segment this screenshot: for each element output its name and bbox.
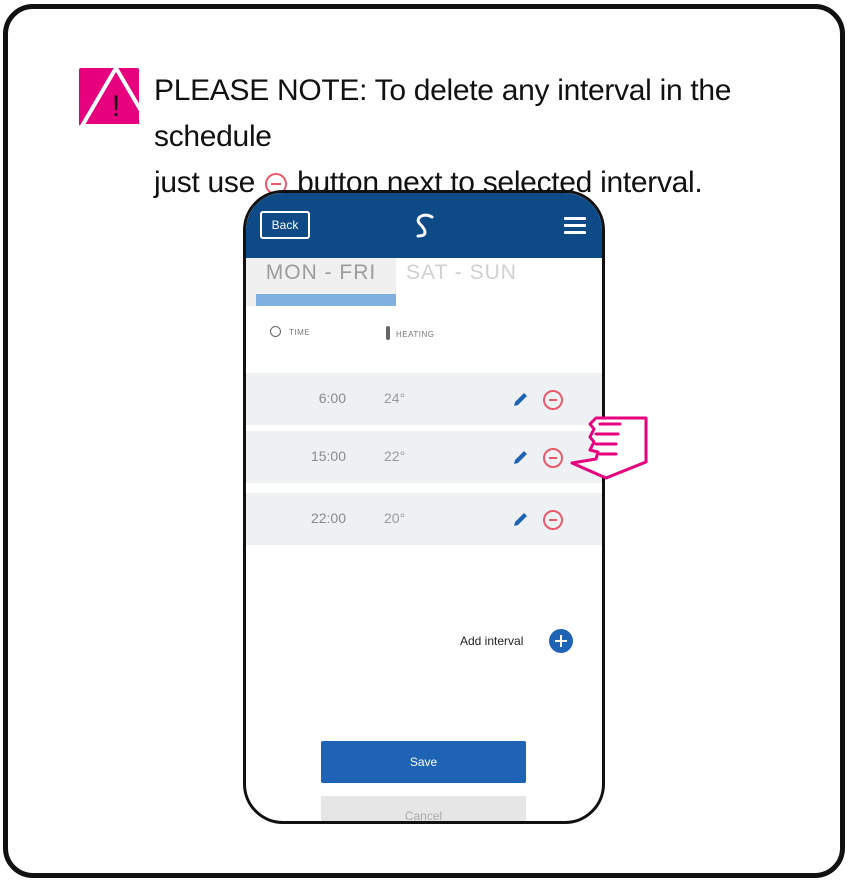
thermometer-icon [386,326,390,340]
interval-temp: 20° [384,510,406,526]
salus-logo-icon [416,213,434,238]
tab-sat-sun[interactable]: SAT - SUN [400,258,602,306]
interval-temp: 24° [384,390,406,406]
delete-interval-button[interactable] [543,390,563,410]
note-line-1: PLEASE NOTE: To delete any interval in t… [154,74,732,153]
column-time: TIME [270,326,310,337]
add-interval-label[interactable]: Add interval [460,634,523,648]
interval-temp: 22° [384,448,406,464]
edit-pencil-icon[interactable] [511,391,529,409]
interval-time: 22:00 [310,510,346,526]
day-tabs: MON - FRI SAT - SUN [246,258,602,306]
add-interval-plus-icon[interactable] [549,629,573,653]
edit-pencil-icon[interactable] [511,511,529,529]
cancel-button[interactable]: Cancel [321,796,526,821]
svg-text:!: ! [112,90,120,123]
interval-row: 22:00 20° [246,493,602,545]
interval-row: 15:00 22° [246,431,602,483]
warning-icon: ! [76,62,152,130]
back-button[interactable]: Back [260,211,310,239]
delete-interval-button[interactable] [543,510,563,530]
hamburger-menu-icon[interactable] [564,217,586,235]
interval-time: 15:00 [310,448,346,464]
tab-mon-fri[interactable]: MON - FRI [246,258,396,306]
interval-time: 6:00 [318,390,346,406]
edit-pencil-icon[interactable] [511,449,529,467]
interval-row: 6:00 24° [246,373,602,425]
phone-screen: Back MON - FRI SAT - SUN TIME HEATING 6:… [243,190,605,824]
clock-icon [270,326,281,337]
save-button[interactable]: Save [321,741,526,783]
active-tab-indicator [256,294,396,306]
app-header: Back [246,193,602,258]
note-text: PLEASE NOTE: To delete any interval in t… [154,68,834,206]
pointing-hand-icon [570,416,648,480]
column-heating: HEATING [386,326,434,340]
